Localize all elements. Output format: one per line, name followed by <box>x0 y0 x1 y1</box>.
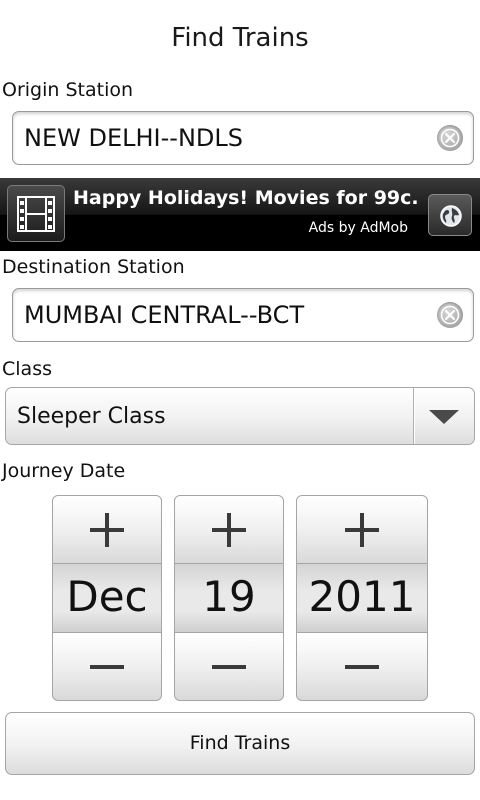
ad-headline[interactable]: Happy Holidays! Movies for 99c. <box>73 187 419 209</box>
class-select[interactable]: Sleeper Class <box>5 387 475 445</box>
day-picker: 19 <box>174 495 284 701</box>
ad-banner[interactable]: Happy Holidays! Movies for 99c. Ads by A… <box>0 178 480 251</box>
chevron-down-icon <box>429 410 459 424</box>
day-decrement-button[interactable] <box>174 632 284 701</box>
minus-icon <box>345 664 379 669</box>
class-label: Class <box>2 358 52 380</box>
clear-icon[interactable] <box>437 125 463 151</box>
plus-icon <box>90 512 124 547</box>
day-value: 19 <box>174 564 284 632</box>
find-trains-button[interactable]: Find Trains <box>5 712 475 775</box>
class-dropdown-button[interactable] <box>413 388 474 444</box>
destination-station-field[interactable]: MUMBAI CENTRAL--BCT <box>12 288 474 342</box>
clear-icon[interactable] <box>437 302 463 328</box>
journey-date-label: Journey Date <box>2 460 126 482</box>
day-increment-button[interactable] <box>174 495 284 564</box>
month-picker: Dec <box>52 495 162 701</box>
class-selected-value: Sleeper Class <box>17 404 166 429</box>
plus-icon <box>212 512 246 547</box>
origin-station-value: NEW DELHI--NDLS <box>24 124 243 152</box>
month-decrement-button[interactable] <box>52 632 162 701</box>
origin-station-label: Origin Station <box>2 79 134 101</box>
minus-icon <box>90 664 124 669</box>
film-icon <box>7 185 65 242</box>
year-increment-button[interactable] <box>296 495 428 564</box>
ad-attribution: Ads by AdMob <box>308 220 408 236</box>
destination-station-value: MUMBAI CENTRAL--BCT <box>24 301 305 329</box>
minus-icon <box>212 664 246 669</box>
destination-station-label: Destination Station <box>2 256 185 278</box>
year-decrement-button[interactable] <box>296 632 428 701</box>
month-increment-button[interactable] <box>52 495 162 564</box>
year-picker: 2011 <box>296 495 428 701</box>
month-value: Dec <box>52 564 162 632</box>
globe-icon[interactable] <box>428 194 472 236</box>
plus-icon <box>345 512 379 547</box>
origin-station-field[interactable]: NEW DELHI--NDLS <box>12 111 474 165</box>
year-value: 2011 <box>296 564 428 632</box>
page-title: Find Trains <box>171 23 309 53</box>
